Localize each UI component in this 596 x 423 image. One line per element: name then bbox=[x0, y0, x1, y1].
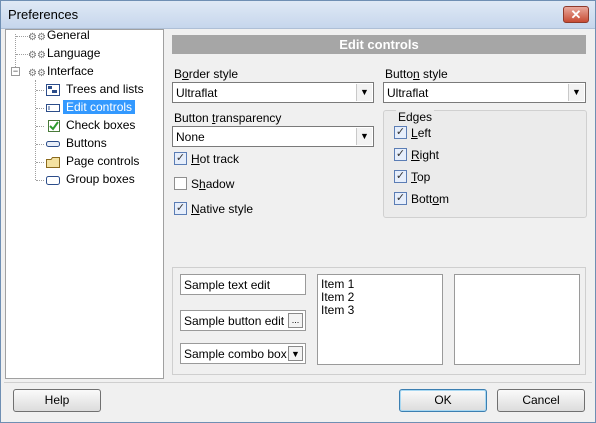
collapse-icon[interactable]: − bbox=[11, 67, 20, 76]
footer-divider bbox=[4, 382, 592, 383]
checkbox-checked-icon: ✓ bbox=[394, 126, 407, 140]
checkbox-unchecked-icon bbox=[174, 177, 187, 191]
native-style-checkbox[interactable]: ✓ Native style bbox=[174, 201, 253, 217]
button-style-combo[interactable]: Ultraflat ▼ bbox=[383, 82, 586, 103]
chevron-down-icon[interactable]: ▼ bbox=[568, 84, 584, 101]
dialog-client: − ⚙⚙ General ⚙⚙ Language ⚙⚙ Interface Tr… bbox=[4, 27, 592, 419]
close-button[interactable]: ✕ bbox=[563, 6, 589, 23]
chevron-down-icon[interactable]: ▼ bbox=[356, 84, 372, 101]
sample-button-edit[interactable]: Sample button edit ... bbox=[180, 310, 306, 331]
border-style-label: Border style bbox=[174, 67, 239, 81]
checkbox-checked-icon: ✓ bbox=[174, 202, 187, 216]
sample-list-box[interactable]: Item 1 Item 2 Item 3 bbox=[317, 274, 443, 365]
ellipsis-button[interactable]: ... bbox=[288, 313, 303, 328]
close-icon: ✕ bbox=[570, 7, 582, 22]
checkbox-checked-icon: ✓ bbox=[174, 152, 187, 166]
edge-left-checkbox[interactable]: ✓ Left bbox=[394, 125, 431, 141]
tree-item-general[interactable]: General bbox=[44, 27, 93, 44]
hot-track-checkbox[interactable]: ✓ Hot track bbox=[174, 151, 239, 167]
tree-item-language[interactable]: Language bbox=[44, 45, 103, 62]
checkbox-checked-icon: ✓ bbox=[394, 170, 407, 184]
check-boxes-icon bbox=[48, 120, 60, 132]
buttons-icon bbox=[46, 141, 60, 147]
button-transparency-label: Button transparency bbox=[174, 111, 282, 125]
tree-item-edit-controls[interactable]: Edit controls bbox=[63, 99, 136, 116]
cancel-button[interactable]: Cancel bbox=[497, 389, 585, 412]
sample-preview-panel: Sample text edit Sample button edit ... … bbox=[172, 267, 586, 375]
tree-item-check-boxes[interactable]: Check boxes bbox=[63, 117, 138, 134]
help-button[interactable]: Help bbox=[13, 389, 101, 412]
edit-controls-icon bbox=[46, 104, 60, 112]
edges-group: Edges ✓ Left ✓ Right ✓ Top ✓ Bottom bbox=[383, 110, 587, 218]
chevron-down-icon[interactable]: ▼ bbox=[288, 346, 303, 361]
tree-guide bbox=[36, 90, 44, 91]
edge-right-checkbox[interactable]: ✓ Right bbox=[394, 147, 439, 163]
group-boxes-icon bbox=[46, 176, 60, 185]
sample-combo-box[interactable]: Sample combo box ▼ bbox=[180, 343, 306, 364]
tree-guide bbox=[36, 126, 44, 127]
trees-and-lists-icon bbox=[46, 84, 60, 96]
button-transparency-combo[interactable]: None ▼ bbox=[172, 126, 374, 147]
chevron-down-icon[interactable]: ▼ bbox=[356, 128, 372, 145]
tree-item-group-boxes[interactable]: Group boxes bbox=[63, 171, 138, 188]
tree-guide bbox=[36, 180, 44, 181]
tree-guide bbox=[36, 108, 44, 109]
tree-guide bbox=[36, 144, 44, 145]
edges-group-title: Edges bbox=[396, 110, 435, 124]
title-bar: Preferences ✕ bbox=[1, 1, 595, 29]
edge-top-checkbox[interactable]: ✓ Top bbox=[394, 169, 430, 185]
preferences-window: Preferences ✕ − ⚙⚙ General ⚙⚙ Language ⚙… bbox=[0, 0, 596, 423]
button-style-label: Button style bbox=[385, 67, 448, 81]
tree-item-trees-and-lists[interactable]: Trees and lists bbox=[63, 81, 147, 98]
sample-empty-panel bbox=[454, 274, 580, 365]
edge-bottom-checkbox[interactable]: ✓ Bottom bbox=[394, 191, 449, 207]
tree-item-page-controls[interactable]: Page controls bbox=[63, 153, 142, 170]
sample-text-edit[interactable]: Sample text edit bbox=[180, 274, 306, 295]
border-style-combo[interactable]: Ultraflat ▼ bbox=[172, 82, 374, 103]
tree-guide bbox=[35, 80, 36, 180]
checkbox-checked-icon: ✓ bbox=[394, 148, 407, 162]
preferences-tree: − ⚙⚙ General ⚙⚙ Language ⚙⚙ Interface Tr… bbox=[5, 27, 164, 379]
list-item[interactable]: Item 3 bbox=[321, 304, 354, 317]
section-header: Edit controls bbox=[172, 35, 586, 54]
tree-guide bbox=[36, 162, 44, 163]
checkbox-checked-icon: ✓ bbox=[394, 192, 407, 206]
window-title: Preferences bbox=[8, 7, 79, 22]
shadow-checkbox[interactable]: Shadow bbox=[174, 176, 234, 192]
tree-item-buttons[interactable]: Buttons bbox=[63, 135, 110, 152]
ok-button[interactable]: OK bbox=[399, 389, 487, 412]
tree-item-interface[interactable]: Interface bbox=[44, 63, 97, 80]
page-controls-icon bbox=[46, 157, 60, 168]
